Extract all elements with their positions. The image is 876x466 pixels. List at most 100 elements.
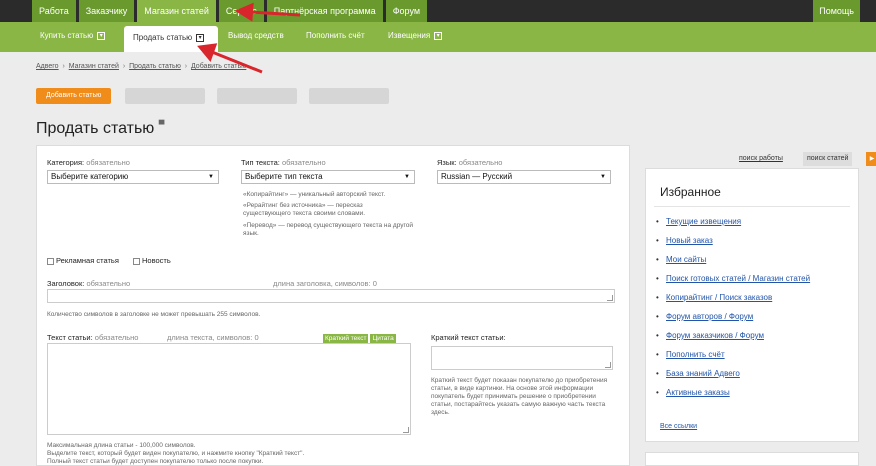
list-item: Копирайтинг / Поиск заказов <box>654 293 854 303</box>
favorite-link[interactable]: Новый заказ <box>666 236 713 245</box>
favorite-link[interactable]: Форум авторов / Форум <box>666 312 753 321</box>
ad-article-checkbox[interactable]: Рекламная статья <box>47 256 119 265</box>
text-length-counter: длина текста, символов: 0 <box>167 333 259 342</box>
category-select[interactable]: Выберите категорию ▼ <box>47 170 219 184</box>
category-label: Категория: обязательно <box>47 158 130 167</box>
subnav-sell-article[interactable]: Продать статью ▾ <box>124 26 218 52</box>
search-articles-button[interactable]: поиск статей <box>803 152 853 166</box>
top-tab-partner[interactable]: Партнёрская программа <box>266 0 383 22</box>
favorite-link[interactable]: Мои сайты <box>666 255 706 264</box>
favorite-link[interactable]: Активные заказы <box>666 388 730 397</box>
breadcrumb-link[interactable]: Магазин статей <box>69 63 119 70</box>
favorite-link[interactable]: Поиск готовых статей / Магазин статей <box>666 274 810 283</box>
list-item: Текущие извещения <box>654 217 854 227</box>
dropdown-icon[interactable]: ▾ <box>196 33 205 42</box>
text-type-select[interactable]: Выберите тип текста ▼ <box>241 170 415 184</box>
text-type-label: Тип текста: обязательно <box>241 158 326 167</box>
checkbox-icon[interactable] <box>133 257 140 265</box>
blurred-button[interactable] <box>217 88 298 104</box>
text-type-select-value: Выберите тип текста <box>245 172 323 181</box>
headline-length-counter: длина заголовка, символов: 0 <box>273 279 377 288</box>
short-text-hint: Краткий текст будет показан покупателю д… <box>431 377 608 416</box>
list-item: Активные заказы <box>654 388 854 398</box>
full-text-note: Полный текст статьи будет доступен покуп… <box>47 458 264 465</box>
favorites-panel: Избранное Текущие извещения Новый заказ … <box>645 168 859 442</box>
article-text-label: Текст статьи: обязательно <box>47 333 138 342</box>
subnav-sell-label: Продать статью <box>133 33 193 42</box>
breadcrumb-link[interactable]: Продать статью <box>129 63 181 70</box>
play-icon[interactable]: ▶ <box>866 152 876 166</box>
quote-button[interactable]: Цитата <box>370 334 396 343</box>
subnav-notifications[interactable]: Извещения ▾ <box>388 31 443 40</box>
text-type-label-text: Тип текста: <box>241 158 280 167</box>
favorites-title: Избранное <box>660 185 721 199</box>
chevron-down-icon: ▼ <box>600 174 606 180</box>
list-item: Поиск готовых статей / Магазин статей <box>654 274 854 284</box>
sell-article-form: Категория: обязательно Выберите категори… <box>36 145 630 466</box>
news-checkbox[interactable]: Новость <box>133 256 171 265</box>
list-item: Форум заказчиков / Форум <box>654 331 854 341</box>
article-text-area[interactable] <box>47 343 411 435</box>
required-note: обязательно <box>94 333 139 342</box>
subnav-withdraw[interactable]: Вывод средств <box>228 31 284 40</box>
headline-limit-note: Количество символов в заголовке не может… <box>47 311 261 318</box>
type-hint-rewriting: «Рерайтинг без источника» — пересказ сущ… <box>243 202 366 217</box>
required-note: обязательно <box>86 279 131 288</box>
favorite-link[interactable]: Текущие извещения <box>666 217 741 226</box>
type-hint-translation: «Перевод» — перевод существующего текста… <box>243 222 413 237</box>
dropdown-icon[interactable]: ▾ <box>97 31 106 40</box>
page-title: Продать статью ▀ <box>36 120 164 138</box>
short-text-instruction: Выделите текст, который будет виден поку… <box>47 450 305 457</box>
favorite-link[interactable]: База знаний Адвего <box>666 369 740 378</box>
top-nav-bar: Работа Заказчику Магазин статей Сервис П… <box>0 0 876 22</box>
short-text-button[interactable]: Краткий текст <box>323 334 369 343</box>
headline-label-text: Заголовок: <box>47 279 85 288</box>
breadcrumb-link[interactable]: Адвего <box>36 63 59 70</box>
bookmark-icon[interactable]: ▀ <box>159 120 165 129</box>
required-note: обязательно <box>281 158 326 167</box>
favorite-link[interactable]: Форум заказчиков / Форум <box>666 331 764 340</box>
blurred-panel <box>645 452 859 466</box>
favorites-list: Текущие извещения Новый заказ Мои сайты … <box>654 217 854 407</box>
dropdown-icon[interactable]: ▾ <box>434 31 443 40</box>
breadcrumb-link[interactable]: Добавить статью <box>191 63 246 70</box>
headline-label: Заголовок: обязательно <box>47 279 130 288</box>
favorite-link[interactable]: Копирайтинг / Поиск заказов <box>666 293 772 302</box>
checkbox-icon[interactable] <box>47 257 54 265</box>
search-work-link[interactable]: поиск работы <box>739 155 783 162</box>
type-hint-copywriting: «Копирайтинг» — уникальный авторский тек… <box>243 191 386 198</box>
favorite-link[interactable]: Пополнить счёт <box>666 350 725 359</box>
required-note: обязательно <box>458 158 503 167</box>
top-tab-service[interactable]: Сервис <box>218 0 264 22</box>
language-label: Язык: обязательно <box>437 158 502 167</box>
add-article-button[interactable]: Добавить статью <box>36 88 112 104</box>
short-text-area[interactable] <box>431 346 613 370</box>
max-length-note: Максимальная длина статьи - 100,000 симв… <box>47 442 196 449</box>
text-format-buttons: Краткий текст Цитата <box>321 333 396 343</box>
help-button[interactable]: Помощь <box>813 0 860 22</box>
subnav-notifications-label: Извещения <box>388 31 431 40</box>
subnav-buy-label: Купить статью <box>40 31 94 40</box>
divider <box>654 206 850 207</box>
list-item: Пополнить счёт <box>654 350 854 360</box>
subnav-top-up[interactable]: Пополнить счёт <box>306 31 365 40</box>
chevron-down-icon: ▼ <box>404 174 410 180</box>
language-select[interactable]: Russian — Русский ▼ <box>437 170 611 184</box>
top-tab-forum[interactable]: Форум <box>385 0 428 22</box>
page-title-text: Продать статью <box>36 120 155 137</box>
breadcrumb: Адвего › Магазин статей › Продать статью… <box>36 63 247 70</box>
blurred-button[interactable] <box>125 88 206 104</box>
top-tab-customer[interactable]: Заказчику <box>78 0 135 22</box>
required-note: обязательно <box>86 158 130 167</box>
all-links-link[interactable]: Все ссылки <box>660 423 697 430</box>
language-label-text: Язык: <box>437 158 457 167</box>
short-text-label: Краткий текст статьи: <box>431 333 506 342</box>
subnav-buy-article[interactable]: Купить статью ▾ <box>40 31 106 40</box>
chevron-down-icon: ▼ <box>208 174 214 180</box>
headline-input[interactable] <box>47 289 615 303</box>
blurred-button[interactable] <box>309 88 390 104</box>
language-select-value: Russian — Русский <box>441 172 513 181</box>
news-label: Новость <box>142 256 171 265</box>
top-tab-article-shop[interactable]: Магазин статей <box>137 0 216 22</box>
top-tab-work[interactable]: Работа <box>32 0 76 22</box>
